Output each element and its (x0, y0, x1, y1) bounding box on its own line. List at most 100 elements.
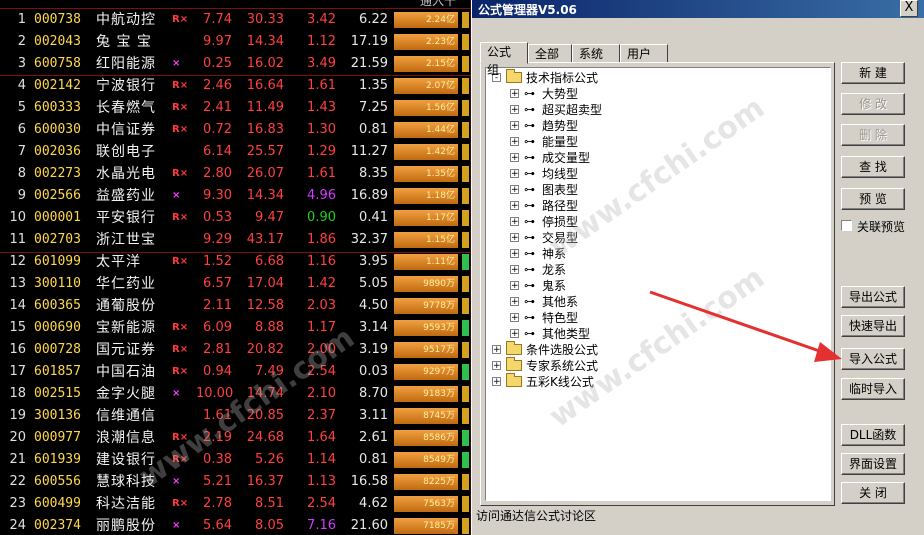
table-row[interactable]: 14 600365 通葡股份 2.11 12.58 2.03 4.50 9778万 (0, 295, 475, 317)
tree-node-category[interactable]: + ⊶ 神系 (486, 246, 826, 262)
stock-name: 信维通信 (96, 408, 156, 424)
expand-icon[interactable]: + (510, 265, 519, 275)
table-row[interactable]: 17 601857 中国石油 R× 0.94 7.49 2.54 0.03 9297万 (0, 361, 475, 383)
turnover: 21.60 (350, 518, 388, 533)
turnover: 21.59 (350, 56, 388, 71)
table-row[interactable]: 22 600556 慧球科技 × 5.21 16.37 1.13 16.58 8225万 (0, 471, 475, 493)
tree-node-category[interactable]: + ⊶ 其他系 (486, 294, 826, 310)
stock-code: 002043 (34, 34, 81, 49)
table-row[interactable]: 16 000728 国元证券 R× 2.81 20.82 2.00 3.19 9517万 (0, 339, 475, 361)
turnover: 0.81 (359, 122, 388, 137)
tree-node-technical[interactable]: -技术指标公式 (486, 69, 826, 86)
table-row[interactable]: 20 000977 浪潮信息 R× 2.19 24.68 1.64 2.61 8586万 (0, 427, 475, 449)
expand-icon[interactable]: + (510, 137, 519, 147)
tree-label: 成交量型 (542, 151, 591, 165)
expand-icon[interactable]: + (510, 313, 519, 323)
delete-button[interactable]: 删 除 (841, 124, 905, 146)
tab-formula-group[interactable]: 公式组 (480, 42, 528, 77)
temp-import-button[interactable]: 临时导入 (841, 378, 905, 400)
quick-export-button[interactable]: 快速导出 (841, 315, 905, 337)
table-row[interactable]: 13 300110 华仁药业 6.57 17.04 1.42 5.05 9890万 (0, 273, 475, 295)
tree-node-group[interactable]: + 专家系统公式 (486, 357, 826, 374)
table-row[interactable]: 8 002273 水晶光电 R× 2.80 26.07 1.61 8.35 1.35亿 (0, 163, 475, 185)
stock-name: 金字火腿 (96, 386, 156, 402)
table-row[interactable]: 19 300136 信维通信 1.61 20.85 2.37 3.11 8745万 (0, 405, 475, 427)
stock-name: 慧球科技 (96, 474, 156, 490)
table-row[interactable]: 9 002566 益盛药业 × 9.30 14.34 4.96 16.89 1.18亿 (0, 185, 475, 207)
tree-node-category[interactable]: + ⊶ 停损型 (486, 214, 826, 230)
tab-all[interactable]: 全部 (528, 44, 572, 63)
expand-icon[interactable]: + (510, 233, 519, 243)
preview-button[interactable]: 预 览 (841, 188, 905, 210)
table-row[interactable]: 5 600333 长春燃气 R× 2.41 11.49 1.43 7.25 1.56亿 (0, 97, 475, 119)
tree-node-group[interactable]: + 五彩K线公式 (486, 373, 826, 390)
close-icon[interactable]: X (900, 0, 918, 17)
tree-node-category[interactable]: + ⊶ 图表型 (486, 182, 826, 198)
ui-settings-button[interactable]: 界面设置 (841, 453, 905, 475)
forum-link[interactable]: 访问通达信公式讨论区 (476, 507, 596, 524)
expand-icon[interactable]: + (510, 169, 519, 179)
price: 16.64 (246, 78, 284, 93)
tree-node-category[interactable]: + ⊶ 特色型 (486, 310, 826, 326)
tree-node-group[interactable]: + 条件选股公式 (486, 341, 826, 358)
table-row[interactable]: 12 601099 太平洋 R× 1.52 6.68 1.16 3.95 1.11亿 (0, 251, 475, 273)
find-button[interactable]: 查 找 (841, 156, 905, 178)
tree-node-category[interactable]: + ⊶ 超买超卖型 (486, 102, 826, 118)
table-row[interactable]: 18 002515 金字火腿 × 10.00 14.74 2.10 8.70 9183万 (0, 383, 475, 405)
table-row[interactable]: 7 002036 联创电子 6.14 25.57 1.29 11.27 1.42亿 (0, 141, 475, 163)
table-row[interactable]: 4 002142 宁波银行 R× 2.46 16.64 1.61 1.35 2.07亿 (0, 75, 475, 97)
import-button[interactable]: 导入公式 (841, 348, 905, 370)
table-row[interactable]: 15 000690 宝新能源 R× 6.09 8.88 1.17 3.14 9593万 (0, 317, 475, 339)
table-row[interactable]: 3 600758 红阳能源 × 0.25 16.02 3.49 21.59 2.15亿 (0, 53, 475, 75)
export-button[interactable]: 导出公式 (841, 286, 905, 308)
tree-node-category[interactable]: + ⊶ 路径型 (486, 198, 826, 214)
expand-icon[interactable]: + (492, 345, 501, 355)
table-row[interactable]: 23 600499 科达洁能 R× 2.78 8.51 2.54 4.62 7563万 (0, 493, 475, 515)
table-row[interactable]: 11 002703 浙江世宝 9.29 43.17 1.86 32.37 1.15亿 (0, 229, 475, 251)
expand-icon[interactable]: + (492, 361, 501, 371)
header-partial-label: 通入十 (420, 0, 457, 8)
modify-button[interactable]: 修 改 (841, 93, 905, 115)
expand-icon[interactable]: + (510, 89, 519, 99)
formula-tree[interactable]: -技术指标公式 + ⊶ 大势型 + ⊶ 超买超卖型 + ⊶ 趋势型 + ⊶ 能量型 + ⊶ 成交量型 + ⊶ 均线型… (485, 67, 831, 501)
expand-icon[interactable]: + (510, 201, 519, 211)
expand-icon[interactable]: + (510, 249, 519, 259)
tree-node-category[interactable]: + ⊶ 大势型 (486, 86, 826, 102)
expand-icon[interactable]: + (510, 217, 519, 227)
tree-node-category[interactable]: + ⊶ 龙系 (486, 262, 826, 278)
new-button[interactable]: 新 建 (841, 62, 905, 84)
table-row[interactable]: 1 000738 中航动控 R× 7.74 30.33 3.42 6.22 2.24亿 (0, 9, 475, 31)
table-row[interactable]: 10 000001 平安银行 R× 0.53 9.47 0.90 0.41 1.17亿 (0, 207, 475, 229)
tree-node-category[interactable]: + ⊶ 其他类型 (486, 326, 826, 342)
tree-node-category[interactable]: + ⊶ 能量型 (486, 134, 826, 150)
dll-button[interactable]: DLL函数 (841, 424, 905, 446)
tab-user[interactable]: 用户 (620, 44, 668, 63)
stock-code: 601939 (34, 452, 81, 467)
table-row[interactable]: 24 002374 丽鹏股份 × 5.64 8.05 7.16 21.60 7185万 (0, 515, 475, 535)
expand-icon[interactable]: + (510, 121, 519, 131)
expand-icon[interactable]: + (492, 377, 501, 387)
expand-icon[interactable]: + (510, 185, 519, 195)
table-row[interactable]: 2 002043 兔 宝 宝 9.97 14.34 1.12 17.19 2.23亿 (0, 31, 475, 53)
stock-flag: R× (172, 102, 189, 113)
close-button[interactable]: 关 闭 (841, 482, 905, 504)
expand-icon[interactable]: + (510, 105, 519, 115)
tab-system[interactable]: 系统 (572, 44, 620, 63)
expand-icon[interactable]: + (510, 281, 519, 291)
table-row[interactable]: 21 601939 建设银行 R× 0.38 5.26 1.14 0.81 8549万 (0, 449, 475, 471)
table-row[interactable]: 6 600030 中信证券 R× 0.72 16.83 1.30 0.81 1.44亿 (0, 119, 475, 141)
tree-node-category[interactable]: + ⊶ 均线型 (486, 166, 826, 182)
tree-node-category[interactable]: + ⊶ 趋势型 (486, 118, 826, 134)
tree-node-category[interactable]: + ⊶ 交易型 (486, 230, 826, 246)
expand-icon[interactable]: + (510, 329, 519, 339)
tree-node-category[interactable]: + ⊶ 成交量型 (486, 150, 826, 166)
stock-flag: R× (172, 432, 189, 443)
tree-node-category[interactable]: + ⊶ 鬼系 (486, 278, 826, 294)
row-index: 10 (9, 210, 26, 225)
stock-flag: R× (172, 14, 189, 25)
trend-bar (462, 122, 469, 138)
expand-icon[interactable]: + (510, 153, 519, 163)
expand-icon[interactable]: + (510, 297, 519, 307)
trend-bar (462, 298, 469, 314)
checkbox-box[interactable] (841, 220, 852, 231)
